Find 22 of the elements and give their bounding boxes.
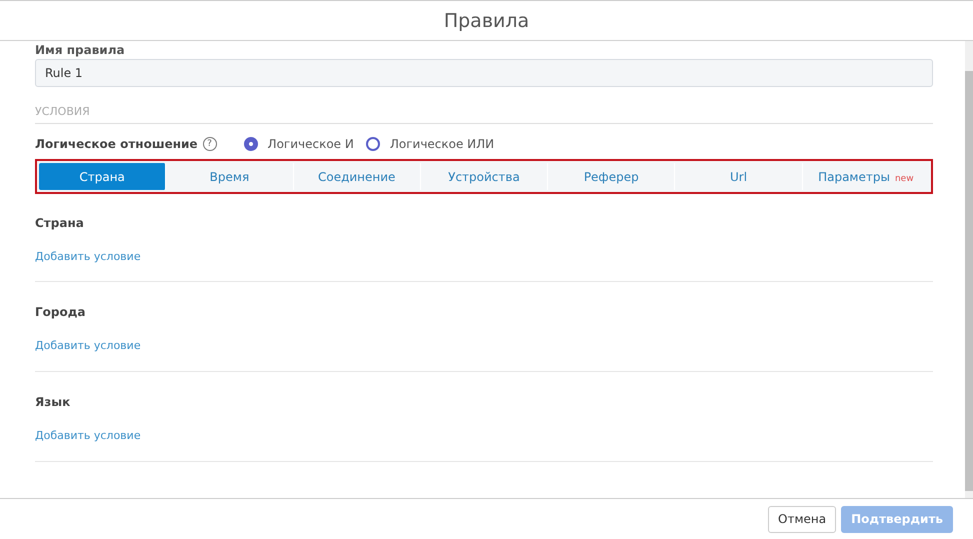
cancel-button[interactable]: Отмена xyxy=(768,506,836,532)
radio-icon[interactable] xyxy=(366,137,380,151)
logic-label: Логическое отношение xyxy=(35,137,198,151)
tab-label: Параметры xyxy=(818,170,890,184)
rule-name-field[interactable]: Rule 1 xyxy=(35,59,933,87)
radio-icon[interactable] xyxy=(244,137,258,151)
radio-option[interactable]: Логическое И xyxy=(244,137,354,151)
help-icon[interactable]: ? xyxy=(202,137,217,151)
section-heading: УСЛОВИЯ xyxy=(35,87,933,124)
radio-option[interactable]: Логическое ИЛИ xyxy=(366,137,494,151)
add-condition-link[interactable]: Добавить условие xyxy=(35,250,141,263)
section-title: Города xyxy=(35,304,87,319)
radio-label: Логическое И xyxy=(268,137,354,151)
radio-label: Логическое ИЛИ xyxy=(390,137,494,151)
add-condition-link[interactable]: Добавить условие xyxy=(35,339,141,352)
section-title: Страна xyxy=(35,215,85,230)
add-condition-link[interactable]: Добавить условие xyxy=(35,429,141,442)
tab[interactable]: Страна xyxy=(39,163,166,190)
field-label: Имя правила xyxy=(35,43,126,58)
new-label: new xyxy=(894,174,914,184)
section-title: Язык xyxy=(35,394,72,409)
dialog-title: Правила xyxy=(444,10,530,32)
